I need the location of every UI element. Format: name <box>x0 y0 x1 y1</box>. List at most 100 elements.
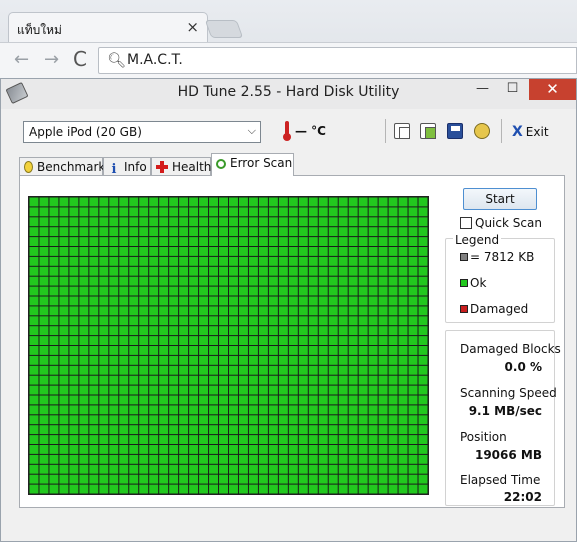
scan-block <box>69 385 79 395</box>
quick-scan-checkbox[interactable]: Quick Scan <box>460 216 542 230</box>
scan-block <box>248 375 258 385</box>
reload-icon[interactable]: C <box>73 47 87 71</box>
scan-block <box>199 395 209 405</box>
scan-block <box>288 237 298 246</box>
exit-button[interactable]: X Exit <box>512 124 549 140</box>
scan-block <box>318 365 328 375</box>
copy-screenshot-icon[interactable] <box>420 123 436 139</box>
scan-block <box>398 227 408 237</box>
scan-block <box>119 385 129 395</box>
scan-block <box>288 405 298 415</box>
scan-block <box>149 306 159 316</box>
scan-block <box>368 484 378 494</box>
scan-block <box>348 375 358 385</box>
scan-block <box>79 266 89 276</box>
scan-block <box>49 385 59 395</box>
toolbar-divider <box>385 119 386 143</box>
scan-block <box>328 197 338 207</box>
scan-block <box>268 375 278 385</box>
scan-block <box>348 237 358 246</box>
scan-block <box>418 336 428 345</box>
scan-block <box>398 425 408 435</box>
scan-block <box>209 355 219 365</box>
scan-block <box>318 474 328 484</box>
scan-block <box>29 316 39 326</box>
scan-block <box>89 286 99 296</box>
scan-block <box>49 227 59 237</box>
scan-block <box>278 256 288 266</box>
scan-block <box>89 237 99 246</box>
scan-block <box>308 484 318 494</box>
scan-block <box>219 326 228 336</box>
scan-block <box>219 237 228 246</box>
position-value: 19066 MB <box>474 448 542 462</box>
minimize-button[interactable]: — <box>469 81 496 103</box>
scan-block <box>378 365 388 375</box>
scan-block <box>169 355 179 365</box>
scan-block <box>248 425 258 435</box>
scan-block <box>109 266 119 276</box>
scan-block <box>358 247 368 256</box>
scan-block <box>368 375 378 385</box>
tab-benchmark[interactable]: Benchmark <box>19 157 105 176</box>
tab-close-icon[interactable]: × <box>186 18 199 36</box>
scan-block <box>248 316 258 326</box>
scan-block <box>149 247 159 256</box>
scan-block <box>368 405 378 415</box>
new-tab-button[interactable] <box>204 20 244 38</box>
scan-block <box>199 247 209 256</box>
scan-block <box>149 365 159 375</box>
scan-block <box>69 296 79 306</box>
scan-block <box>69 306 79 316</box>
scan-block <box>229 375 238 385</box>
tab-error-scan[interactable]: Error Scan <box>211 153 294 176</box>
scan-block <box>288 227 298 237</box>
close-button[interactable]: ✕ <box>529 79 576 100</box>
address-text[interactable]: M.A.C.T. <box>127 52 183 68</box>
scan-block <box>258 266 268 276</box>
scan-block <box>378 435 388 444</box>
tab-health[interactable]: Health <box>151 157 211 176</box>
browser-tab[interactable]: แท็บใหม่ × <box>8 12 208 42</box>
scan-block <box>258 395 268 405</box>
checkbox-icon[interactable] <box>460 217 472 229</box>
scan-block <box>318 296 328 306</box>
scan-block <box>109 316 119 326</box>
scan-block <box>39 425 49 435</box>
address-bar[interactable]: 🔍︎ M.A.C.T. <box>98 47 577 74</box>
scan-block <box>219 247 228 256</box>
scan-block <box>388 247 398 256</box>
scan-block <box>99 217 109 227</box>
scan-block <box>189 197 199 207</box>
scan-block <box>169 454 179 464</box>
copy-text-icon[interactable] <box>394 123 410 139</box>
scan-block <box>39 306 49 316</box>
scan-block <box>89 276 99 286</box>
start-button[interactable]: Start <box>463 188 537 210</box>
scan-block <box>199 484 209 494</box>
scan-block <box>258 375 268 385</box>
scan-block <box>338 474 348 484</box>
scan-block <box>29 395 39 405</box>
scan-block <box>99 207 109 217</box>
scan-block <box>338 207 348 217</box>
scan-block <box>408 415 418 425</box>
scan-block <box>408 306 418 316</box>
scan-block <box>159 197 169 207</box>
scan-block <box>368 464 378 474</box>
scan-block <box>229 445 238 454</box>
scan-block <box>398 336 408 345</box>
options-icon[interactable] <box>474 123 490 139</box>
scan-block <box>408 445 418 454</box>
scan-block <box>338 484 348 494</box>
back-arrow-icon[interactable]: ← <box>14 49 29 70</box>
scan-block <box>129 375 139 385</box>
device-select[interactable]: Apple iPod (20 GB) ⌵ <box>23 121 261 143</box>
save-icon[interactable] <box>447 123 463 139</box>
tab-info[interactable]: i Info <box>103 157 151 176</box>
scan-block <box>408 435 418 444</box>
forward-arrow-icon[interactable]: → <box>44 49 59 70</box>
scan-block <box>109 207 119 217</box>
maximize-button[interactable]: ☐ <box>499 81 526 103</box>
scan-grid <box>29 197 428 494</box>
